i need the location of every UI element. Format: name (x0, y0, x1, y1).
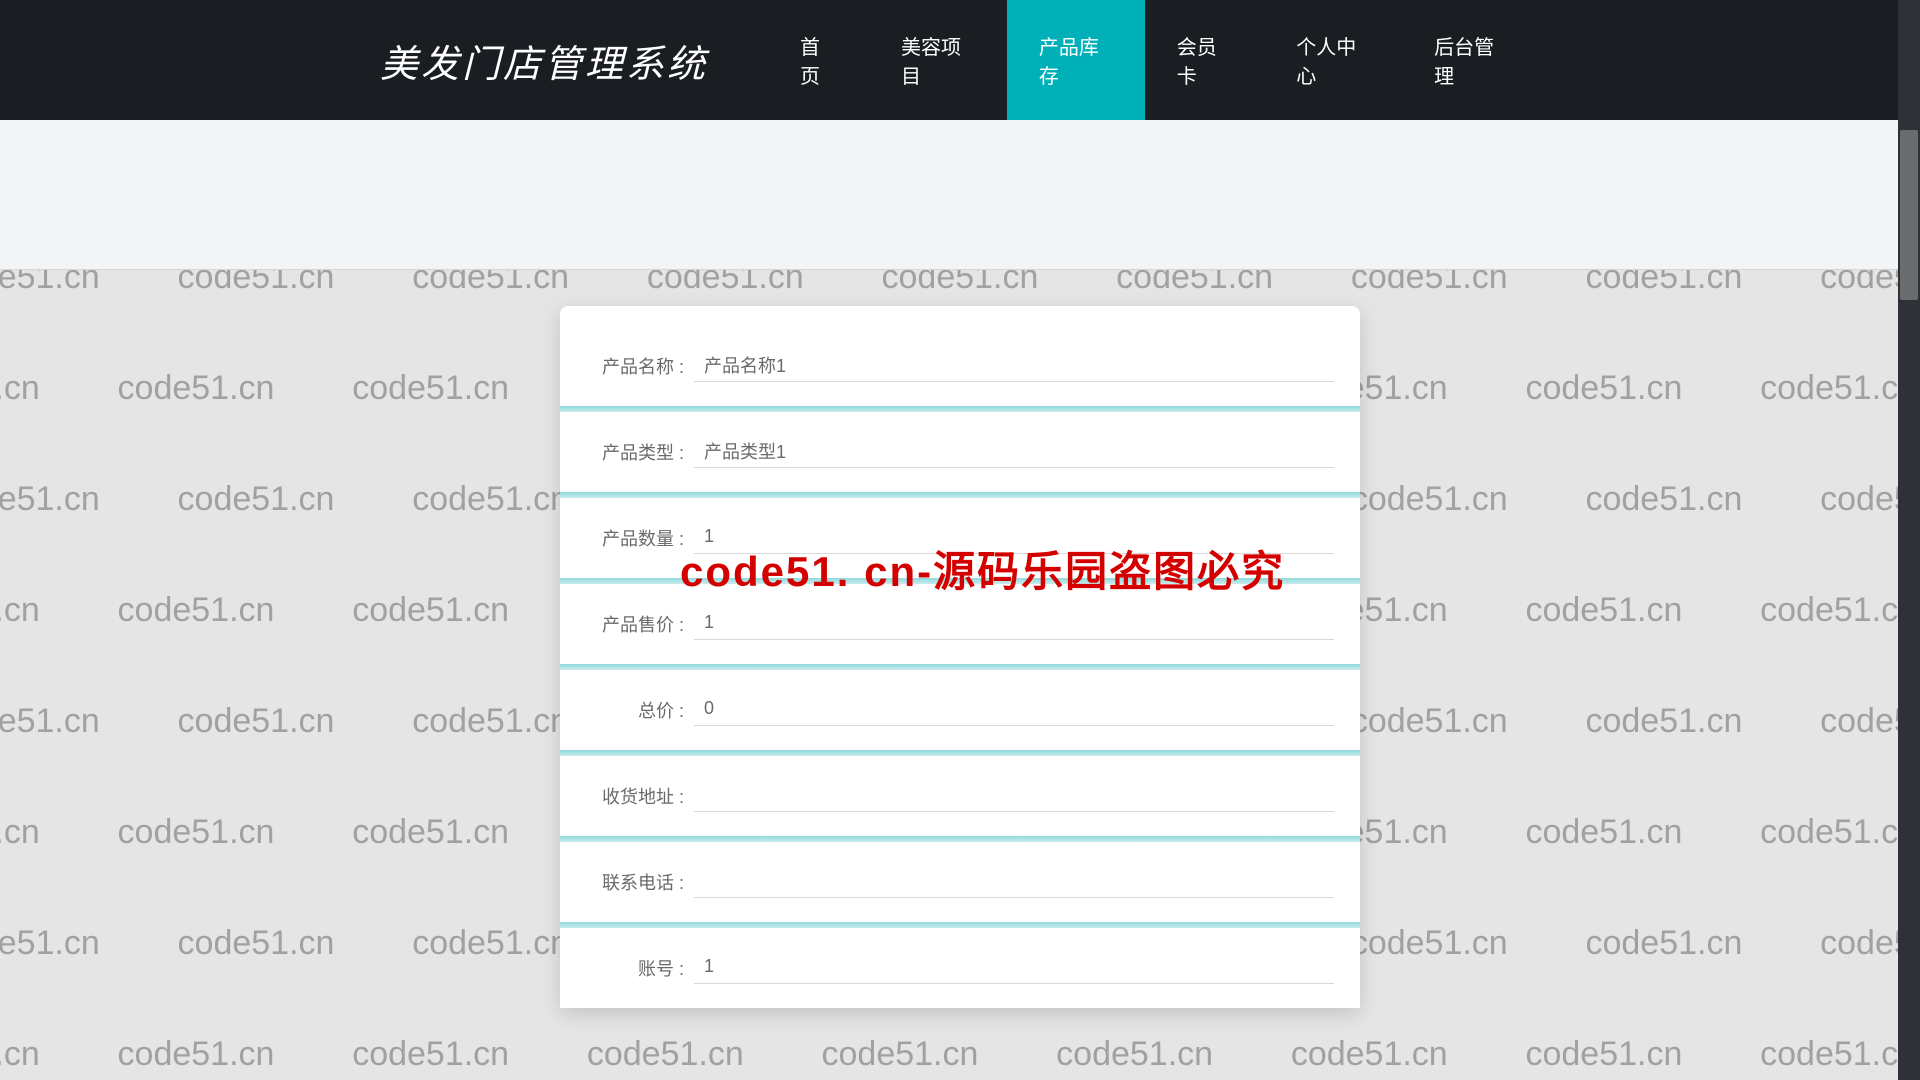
form-label: 总价 : (584, 697, 694, 723)
nav-item-2[interactable]: 产品库存 (1007, 0, 1145, 120)
watermark-text: code51.cn (0, 999, 40, 1080)
form-label: 收货地址 : (584, 783, 694, 809)
form-label: 产品数量 : (584, 525, 694, 551)
watermark-text: code51.cn (1760, 999, 1917, 1080)
form-label: 产品类型 : (584, 439, 694, 465)
form-row-1: 产品类型 : (560, 406, 1360, 492)
form-input-1[interactable] (694, 436, 1334, 468)
form-input-5[interactable] (694, 780, 1334, 812)
form-row-7: 账号 : (560, 922, 1360, 1008)
nav-item-3[interactable]: 会员卡 (1145, 0, 1264, 120)
form-input-0[interactable] (694, 350, 1334, 382)
form-input-6[interactable] (694, 866, 1334, 898)
form-row-3: 产品售价 : (560, 578, 1360, 664)
nav-item-0[interactable]: 首页 (768, 0, 869, 120)
top-header: 美发门店管理系统 首页美容项目产品库存会员卡个人中心后台管理 (0, 0, 1920, 120)
watermark-text: code51.cn (1525, 999, 1682, 1080)
watermark-text: code51.cn (1056, 999, 1213, 1080)
form-label: 账号 : (584, 955, 694, 981)
form-input-4[interactable] (694, 694, 1334, 726)
form-label: 产品售价 : (584, 611, 694, 637)
form-label: 联系电话 : (584, 869, 694, 895)
scrollbar-track[interactable] (1898, 0, 1920, 1080)
nav-menu: 首页美容项目产品库存会员卡个人中心后台管理 (768, 0, 1540, 120)
watermark-text: code51.cn (352, 999, 509, 1080)
form-input-2[interactable] (694, 522, 1334, 554)
nav-item-1[interactable]: 美容项目 (869, 0, 1007, 120)
watermark-text: code51.cn (1291, 999, 1448, 1080)
form-row-6: 联系电话 : (560, 836, 1360, 922)
sub-banner (0, 120, 1920, 270)
nav-item-5[interactable]: 后台管理 (1402, 0, 1540, 120)
form-label: 产品名称 : (584, 353, 694, 379)
form-row-5: 收货地址 : (560, 750, 1360, 836)
form-row-4: 总价 : (560, 664, 1360, 750)
brand-title: 美发门店管理系统 (380, 33, 708, 88)
form-row-2: 产品数量 : (560, 492, 1360, 578)
content-area: 产品名称 : 产品类型 : 产品数量 : 产品售价 : 总价 : 收货地址 : 联系电话 :… (0, 270, 1920, 1008)
form-input-7[interactable] (694, 952, 1334, 984)
scrollbar-thumb[interactable] (1900, 130, 1918, 300)
form-row-0: 产品名称 : (560, 326, 1360, 406)
watermark-text: code51.cn (587, 999, 744, 1080)
watermark-text: code51.cn (118, 999, 275, 1080)
watermark-text: code51.cn (822, 999, 979, 1080)
form-input-3[interactable] (694, 608, 1334, 640)
nav-item-4[interactable]: 个人中心 (1264, 0, 1402, 120)
form-card: 产品名称 : 产品类型 : 产品数量 : 产品售价 : 总价 : 收货地址 : 联系电话 :… (560, 306, 1360, 1008)
